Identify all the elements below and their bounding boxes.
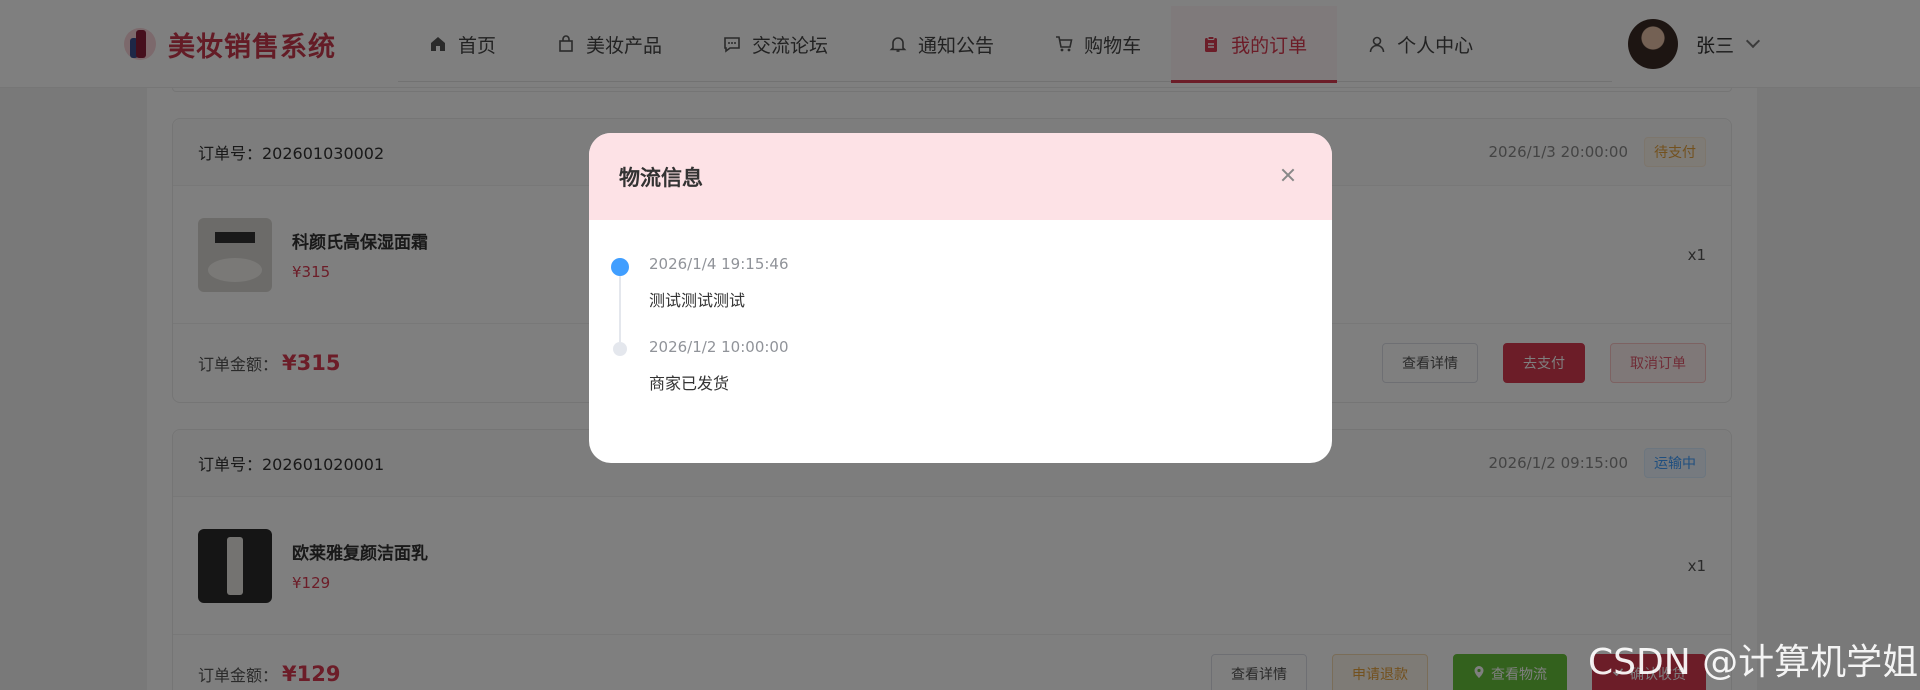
timeline-node — [613, 342, 627, 356]
dialog-title: 物流信息 — [619, 165, 703, 190]
timeline-entry: 2026/1/4 19:15:46 测试测试测试 — [649, 255, 1249, 311]
timeline-text: 测试测试测试 — [649, 291, 746, 310]
timeline-text: 商家已发货 — [649, 374, 730, 393]
watermark: CSDN @计算机学姐 — [1588, 642, 1919, 683]
dialog-header: 物流信息 — [589, 133, 1332, 220]
timeline-node-current — [611, 258, 629, 276]
close-icon[interactable] — [1278, 165, 1298, 185]
logistics-dialog: 物流信息 2026/1/4 19:15:46 测试测试测试 2026/1/2 1… — [589, 133, 1332, 463]
timeline-line — [619, 272, 621, 342]
timeline-entry: 2026/1/2 10:00:00 商家已发货 — [649, 338, 1249, 394]
timeline-time: 2026/1/4 19:15:46 — [649, 255, 789, 273]
timeline-time: 2026/1/2 10:00:00 — [649, 338, 789, 356]
